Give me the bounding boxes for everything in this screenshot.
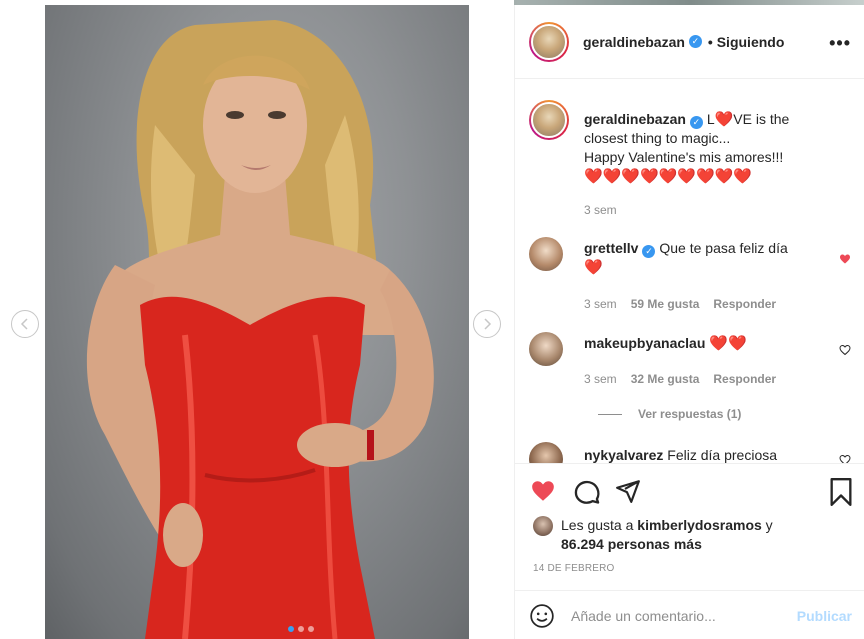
comment-item: nykyalvarez Feliz día preciosa bbox=[529, 442, 851, 463]
reply-button[interactable]: Responder bbox=[713, 297, 776, 311]
carousel-dot bbox=[298, 626, 304, 632]
commenter-avatar[interactable] bbox=[529, 442, 563, 463]
commenter-username[interactable]: makeupbyanaclau bbox=[584, 335, 705, 351]
commenter-username[interactable]: nykyalvarez bbox=[584, 447, 663, 463]
comment-likes[interactable]: 32 Me gusta bbox=[631, 372, 700, 386]
caption-heart-emoji: ❤️ bbox=[714, 111, 734, 128]
share-send-icon[interactable] bbox=[615, 478, 641, 504]
likes-connector: y bbox=[765, 517, 773, 533]
likes-count-link[interactable]: 86.294 personas más bbox=[561, 536, 702, 552]
caption-line-2: Happy Valentine's mis amores!!! bbox=[584, 149, 784, 165]
reply-button[interactable]: Responder bbox=[713, 372, 776, 386]
comment-likes[interactable]: 59 Me gusta bbox=[631, 297, 700, 311]
comment-body: ❤️❤️ bbox=[709, 335, 747, 352]
comment-text: nykyalvarez Feliz día preciosa bbox=[584, 446, 824, 463]
comment-like-icon-filled[interactable] bbox=[839, 253, 851, 265]
carousel-dots bbox=[288, 626, 314, 632]
caption-text-start: L bbox=[706, 111, 715, 127]
commenter-username[interactable]: grettellv bbox=[584, 240, 638, 256]
post-photo[interactable] bbox=[45, 5, 469, 639]
caption-time[interactable]: 3 sem bbox=[584, 203, 617, 217]
chevron-left-icon bbox=[20, 318, 28, 330]
caption-meta: 3 sem bbox=[584, 203, 617, 217]
save-bookmark-icon[interactable] bbox=[829, 478, 853, 506]
publish-button[interactable]: Publicar bbox=[797, 608, 852, 624]
comment-item: makeupbyanaclau ❤️❤️ 3 sem 32 Me gusta R… bbox=[529, 332, 851, 427]
comment-text: grettellv ✓ Que te pasa feliz día ❤️ bbox=[584, 239, 824, 277]
commenter-avatar[interactable] bbox=[529, 332, 563, 366]
likes-text: Les gusta a kimberlydosramos y 86.294 pe… bbox=[561, 516, 773, 554]
commenter-avatar[interactable] bbox=[529, 237, 563, 271]
caption-author-avatar[interactable] bbox=[529, 100, 569, 140]
following-status-button[interactable]: • Siguiendo bbox=[708, 34, 784, 50]
liker-avatar[interactable] bbox=[533, 516, 553, 536]
previous-post-button[interactable] bbox=[11, 310, 39, 338]
comment-body: Que te pasa feliz día bbox=[659, 240, 788, 256]
view-replies-label: Ver respuestas (1) bbox=[638, 407, 742, 421]
comment-meta: 3 sem 32 Me gusta Responder bbox=[584, 372, 776, 386]
verified-badge-icon: ✓ bbox=[642, 245, 656, 258]
comments-list[interactable]: geraldinebazan ✓ L❤️VE is the closest thi… bbox=[515, 80, 864, 463]
caption-hearts: ❤️❤️❤️❤️❤️❤️❤️❤️❤️ bbox=[584, 168, 753, 185]
following-status-label: Siguiendo bbox=[716, 33, 785, 50]
comment-time[interactable]: 3 sem bbox=[584, 372, 617, 386]
post-date[interactable]: 14 DE FEBRERO bbox=[533, 563, 615, 574]
caption-item: geraldinebazan ✓ L❤️VE is the closest thi… bbox=[529, 100, 851, 220]
caption-text: geraldinebazan ✓ L❤️VE is the closest thi… bbox=[584, 110, 824, 186]
more-options-icon[interactable]: ••• bbox=[829, 33, 851, 54]
liker-username[interactable]: kimberlydosramos bbox=[637, 517, 762, 533]
instagram-post-view: geraldinebazan ✓ • Siguiendo ••• geraldi… bbox=[0, 0, 864, 639]
emoji-smiley-icon[interactable] bbox=[529, 603, 555, 629]
comment-text: makeupbyanaclau ❤️❤️ bbox=[584, 334, 824, 353]
replies-line bbox=[598, 413, 622, 415]
likes-prefix: Les gusta a bbox=[561, 517, 634, 533]
comment-input[interactable] bbox=[571, 607, 781, 624]
like-heart-icon-filled[interactable] bbox=[529, 478, 557, 504]
verified-badge-icon: ✓ bbox=[689, 116, 703, 129]
comment-heart-emoji: ❤️ bbox=[584, 259, 603, 276]
post-header: geraldinebazan ✓ • Siguiendo ••• bbox=[515, 5, 864, 79]
chevron-right-icon bbox=[484, 318, 492, 330]
carousel-dot-active bbox=[288, 626, 294, 632]
media-area bbox=[0, 0, 514, 639]
comment-item: grettellv ✓ Que te pasa feliz día ❤️ 3 se… bbox=[529, 237, 851, 312]
comment-like-icon[interactable] bbox=[839, 344, 851, 356]
add-comment-bar: Publicar bbox=[515, 590, 864, 639]
photo-illustration bbox=[86, 20, 434, 639]
comment-like-icon[interactable] bbox=[839, 454, 851, 463]
carousel-dot bbox=[308, 626, 314, 632]
comment-body: Feliz día preciosa bbox=[667, 447, 778, 463]
caption-author-username[interactable]: geraldinebazan bbox=[584, 111, 686, 127]
post-details-panel: geraldinebazan ✓ • Siguiendo ••• geraldi… bbox=[514, 5, 864, 639]
verified-badge-icon: ✓ bbox=[688, 35, 702, 48]
action-icons bbox=[529, 478, 853, 506]
view-replies-button[interactable]: Ver respuestas (1) bbox=[598, 407, 741, 421]
author-username[interactable]: geraldinebazan bbox=[583, 34, 685, 50]
author-avatar[interactable] bbox=[529, 21, 569, 62]
likes-summary: Les gusta a kimberlydosramos y 86.294 pe… bbox=[533, 516, 773, 554]
comment-meta: 3 sem 59 Me gusta Responder bbox=[584, 297, 776, 311]
comment-bubble-icon[interactable] bbox=[573, 478, 601, 506]
post-actions: Les gusta a kimberlydosramos y 86.294 pe… bbox=[515, 463, 864, 639]
next-slide-button[interactable] bbox=[473, 310, 501, 338]
comment-time[interactable]: 3 sem bbox=[584, 297, 617, 311]
